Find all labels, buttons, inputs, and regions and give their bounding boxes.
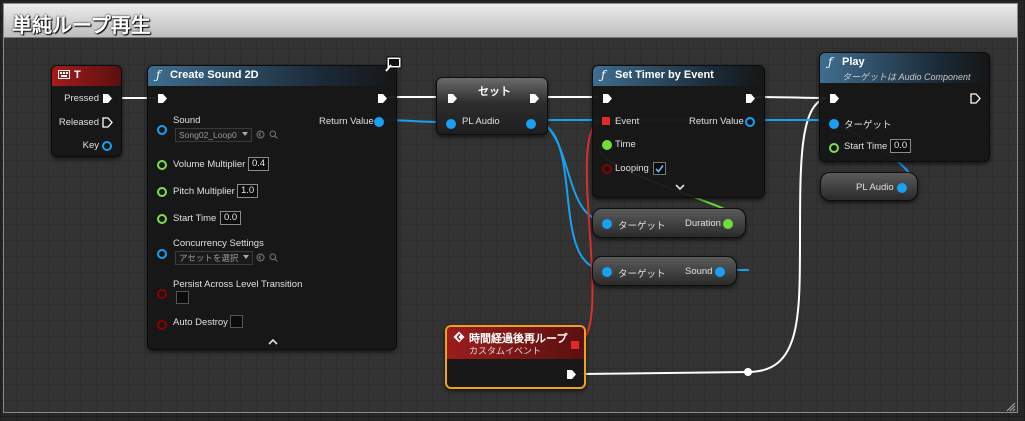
target-pin[interactable] [829, 119, 839, 129]
duration-out-pin[interactable] [723, 219, 733, 229]
exec-out-pin[interactable] [970, 93, 981, 104]
node-title: Play [842, 56, 865, 68]
start-time-label: Start Time [844, 141, 888, 152]
function-icon: ƒ [156, 68, 161, 82]
pitch-pin[interactable] [157, 187, 167, 197]
released-exec-pin[interactable] [102, 117, 113, 128]
pressed-exec-pin[interactable] [102, 93, 113, 104]
exec-in-pin[interactable] [829, 93, 840, 104]
use-selected-icon[interactable] [256, 130, 265, 139]
concurrency-label: Concurrency Settings [173, 238, 264, 249]
start-time-input[interactable]: 0.0 [220, 211, 242, 225]
target-pin[interactable] [602, 267, 612, 277]
blueprint-graph[interactable]: 単純ループ再生 T Pressed Released Key ƒ Create … [0, 0, 1025, 421]
persist-pin[interactable] [157, 289, 167, 299]
persist-checkbox[interactable] [176, 291, 189, 304]
time-label: Time [615, 139, 636, 150]
custom-event-node[interactable]: 時間経過後再ループ カスタムイベント [445, 325, 586, 389]
return-value-label: Return Value [689, 116, 744, 127]
looping-label: Looping [615, 163, 649, 174]
function-icon: ƒ [828, 55, 833, 69]
pl-audio-label: PL Audio [462, 116, 500, 127]
released-label: Released [58, 117, 99, 128]
target-label: ターゲット [618, 269, 666, 280]
dev-only-icon [385, 56, 402, 72]
auto-destroy-checkbox[interactable] [230, 315, 243, 328]
key-t-event-node[interactable]: T Pressed Released Key [51, 65, 122, 157]
duration-label: Duration [685, 218, 721, 229]
sound-label: Sound [685, 266, 713, 277]
node-subtitle: カスタムイベント [469, 346, 542, 356]
return-value-pin[interactable] [745, 117, 755, 127]
set-timer-by-event-node[interactable]: ƒ Set Timer by Event Event Return Value … [592, 65, 765, 198]
node-title: Create Sound 2D [170, 69, 259, 81]
pitch-input[interactable]: 1.0 [237, 184, 259, 198]
target-pin[interactable] [602, 219, 612, 229]
keyboard-icon [58, 70, 70, 79]
start-time-pin[interactable] [157, 214, 167, 224]
node-title: Set Timer by Event [615, 69, 714, 81]
looping-pin[interactable] [602, 164, 612, 174]
expand-chevron-icon[interactable] [675, 184, 685, 191]
time-pin[interactable] [602, 140, 612, 150]
event-icon [453, 331, 465, 343]
browse-icon[interactable] [269, 130, 278, 139]
sound-out-pin[interactable] [715, 267, 725, 277]
exec-out-pin[interactable] [529, 93, 540, 104]
exec-out-pin[interactable] [745, 93, 756, 104]
sound-pin[interactable] [157, 125, 167, 135]
event-delegate-pin[interactable] [602, 117, 610, 125]
create-sound-2d-node[interactable]: ƒ Create Sound 2D Sound Song02_Loop0 Ret… [147, 65, 397, 350]
node-title: T [74, 69, 81, 81]
exec-in-pin[interactable] [157, 93, 168, 104]
pressed-label: Pressed [64, 93, 99, 104]
pl-audio-out-pin[interactable] [526, 119, 536, 129]
function-icon: ƒ [601, 68, 606, 82]
concurrency-pin[interactable] [157, 249, 167, 259]
pl-audio-getter-node[interactable]: PL Audio [820, 172, 918, 201]
target-label: ターゲット [844, 120, 892, 131]
comment-header[interactable]: 単純ループ再生 [4, 4, 1017, 38]
use-selected-icon[interactable] [256, 253, 265, 262]
concurrency-dropdown[interactable]: アセットを選択 [175, 251, 254, 265]
sound-label: Sound [173, 115, 201, 126]
start-time-pin[interactable] [829, 143, 839, 153]
collapse-chevron-icon[interactable] [268, 338, 278, 345]
set-variable-node[interactable]: セット PL Audio [436, 77, 548, 135]
event-label: Event [615, 116, 640, 127]
delegate-out-pin[interactable] [571, 341, 579, 349]
exec-in-pin[interactable] [602, 93, 613, 104]
key-label: Key [82, 140, 99, 151]
volume-pin[interactable] [157, 160, 167, 170]
node-subtitle: ターゲットは Audio Component [842, 72, 971, 82]
resize-grip-icon[interactable] [1005, 401, 1016, 412]
pl-audio-out-pin[interactable] [897, 183, 907, 193]
comment-title: 単純ループ再生 [12, 15, 151, 37]
return-value-pin[interactable] [374, 117, 384, 127]
exec-out-pin[interactable] [566, 369, 577, 380]
volume-label: Volume Multiplier [173, 159, 246, 170]
start-time-input[interactable]: 0.0 [890, 139, 912, 153]
browse-icon[interactable] [269, 253, 278, 262]
exec-in-pin[interactable] [447, 93, 458, 104]
target-label: ターゲット [618, 221, 666, 232]
play-node[interactable]: ƒ Play ターゲットは Audio Component ターゲット Star… [819, 52, 990, 162]
pl-audio-in-pin[interactable] [446, 119, 456, 129]
node-title: セット [478, 86, 511, 98]
start-time-label: Start Time [173, 213, 217, 224]
exec-out-pin[interactable] [377, 93, 388, 104]
check-icon [655, 165, 664, 173]
pitch-label: Pitch Multiplier [173, 186, 235, 197]
auto-destroy-label: Auto Destroy [173, 317, 228, 328]
return-value-label: Return Value [319, 116, 374, 127]
pl-audio-label: PL Audio [856, 182, 894, 193]
key-struct-pin[interactable] [102, 141, 112, 151]
sound-asset-dropdown[interactable]: Song02_Loop0 [175, 128, 252, 142]
auto-destroy-pin[interactable] [157, 320, 167, 330]
get-sound-node[interactable]: ターゲット Sound [592, 256, 737, 286]
volume-input[interactable]: 0.4 [248, 157, 270, 171]
get-duration-node[interactable]: ターゲット Duration [592, 208, 746, 238]
persist-label: Persist Across Level Transition [173, 279, 303, 290]
